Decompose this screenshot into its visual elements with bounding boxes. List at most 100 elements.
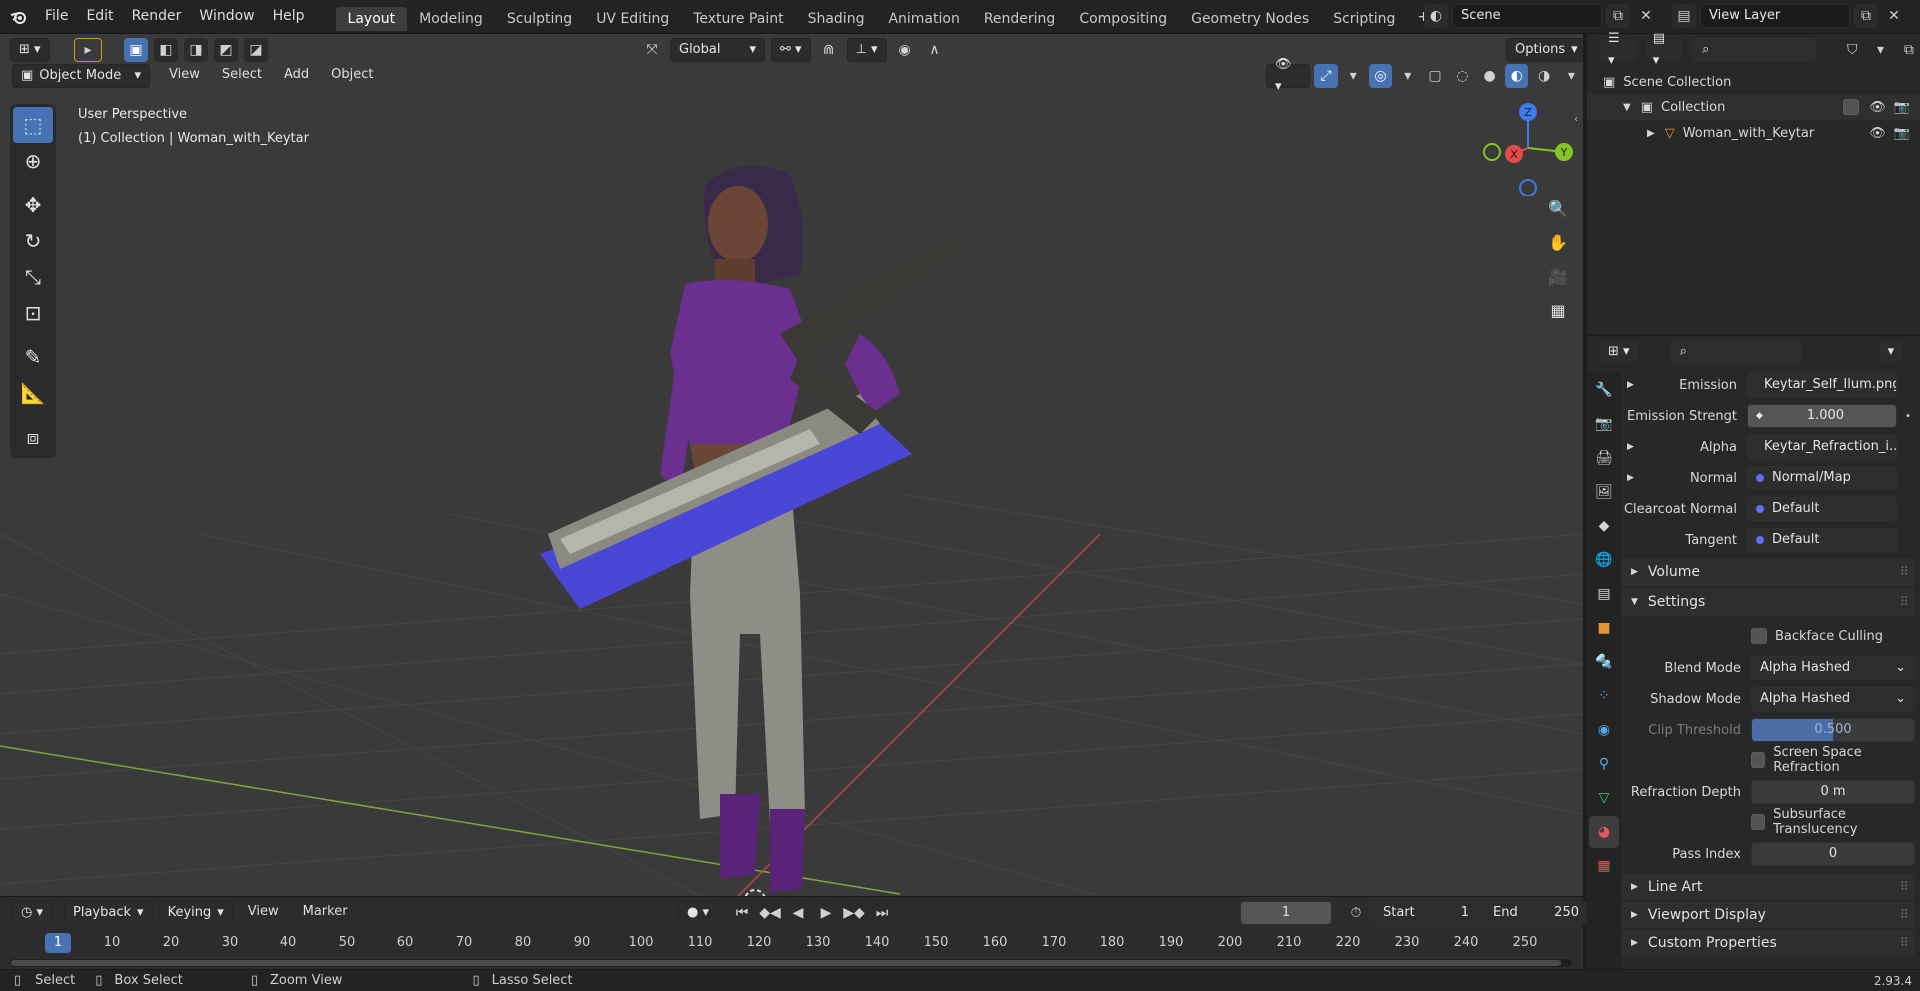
menu-object[interactable]: Object: [322, 64, 382, 88]
new-view-layer-icon[interactable]: ⧉: [1854, 4, 1878, 28]
tab-scripting[interactable]: Scripting: [1321, 7, 1407, 31]
constraints-tab-icon[interactable]: ⚲: [1589, 748, 1619, 780]
camera-view-icon[interactable]: 🎥: [1544, 262, 1572, 290]
falloff-icon[interactable]: ∧: [923, 38, 947, 62]
particles-tab-icon[interactable]: ⁘: [1589, 680, 1619, 712]
view-layer-tab-icon[interactable]: 🖼: [1589, 476, 1619, 508]
clip-threshold-slider[interactable]: 0.500: [1751, 718, 1915, 742]
material-shading-icon[interactable]: ◐: [1505, 64, 1529, 88]
collection-tab-icon[interactable]: ▤: [1589, 578, 1619, 610]
tab-texture-paint[interactable]: Texture Paint: [681, 7, 795, 31]
select-new-icon[interactable]: ▣: [124, 38, 148, 62]
collection-exclude-checkbox[interactable]: [1843, 99, 1860, 115]
visibility-dropdown[interactable]: 👁 ▾: [1266, 57, 1311, 94]
delete-scene-icon[interactable]: ✕: [1634, 4, 1658, 28]
transform-orientation-icon[interactable]: ⤧: [640, 38, 664, 62]
navigation-gizmo[interactable]: Z Y X: [1480, 100, 1576, 196]
current-frame-indicator[interactable]: 1: [45, 933, 71, 953]
sidebar-toggle-icon[interactable]: ‹: [1574, 114, 1578, 125]
screen-space-refraction-checkbox[interactable]: [1751, 752, 1766, 768]
menu-file[interactable]: File: [36, 0, 77, 34]
subsurface-translucency-row[interactable]: Subsurface Translucency: [1751, 807, 1913, 837]
properties-editor-type-dropdown[interactable]: ⊞ ▾: [1599, 340, 1639, 364]
outliner-editor-type-dropdown[interactable]: ☰ ▾: [1599, 31, 1638, 68]
tab-geometry-nodes[interactable]: Geometry Nodes: [1179, 7, 1321, 31]
input-value-field[interactable]: Default: [1747, 528, 1897, 552]
outliner-search-input[interactable]: ⌕: [1693, 38, 1816, 62]
drag-handle-icon[interactable]: ⠿: [1899, 880, 1909, 895]
tab-shading[interactable]: Shading: [796, 7, 877, 31]
drag-handle-icon[interactable]: ⠿: [1899, 908, 1909, 923]
render-tab-icon[interactable]: 📷: [1589, 408, 1619, 440]
menu-add[interactable]: Add: [275, 64, 318, 88]
menu-render[interactable]: Render: [123, 0, 191, 34]
object-tab-icon[interactable]: ■: [1589, 612, 1619, 644]
settings-panel-header[interactable]: ▼ Settings ⠿: [1621, 588, 1915, 616]
select-invert-icon[interactable]: ◩: [214, 38, 238, 62]
new-scene-icon[interactable]: ⧉: [1606, 4, 1630, 28]
select-tool-icon[interactable]: ▸: [74, 38, 102, 62]
view-layer-field[interactable]: View Layer: [1700, 4, 1850, 28]
proportional-edit-icon[interactable]: ◉: [893, 38, 917, 62]
line-art-panel-header[interactable]: ▶ Line Art ⠿: [1621, 874, 1915, 900]
input-value-field[interactable]: Keytar_Self_Ilum.png: [1747, 373, 1897, 397]
measure-tool-icon[interactable]: 📐: [13, 375, 53, 411]
pass-index-field[interactable]: 0: [1751, 842, 1915, 866]
display-mode-dropdown[interactable]: ▤ ▾: [1643, 31, 1684, 68]
viewport-display-panel-header[interactable]: ▶ Viewport Display ⠿: [1621, 902, 1915, 928]
cursor-tool-icon[interactable]: ⊕: [13, 143, 53, 179]
tab-uv-editing[interactable]: UV Editing: [584, 7, 681, 31]
3d-viewport[interactable]: ⊞ ▾ ▸ ▣ ◧ ◨ ◩ ◪ ⤧ Global ▾ ⚯ ▾ ⋒ ⊥ ▾ ◉ ∧ …: [0, 34, 1583, 896]
texture-tab-icon[interactable]: ▦: [1589, 850, 1619, 882]
input-value-field[interactable]: Normal/Map: [1747, 466, 1897, 490]
collection-render-camera-icon[interactable]: 📷: [1894, 100, 1910, 115]
subsurface-translucency-checkbox[interactable]: [1751, 814, 1766, 830]
gizmo-dropdown-icon[interactable]: ▾: [1342, 64, 1365, 88]
snap-target-dropdown[interactable]: ⊥ ▾: [846, 38, 887, 62]
collection-visibility-eye-icon[interactable]: 👁: [1869, 100, 1886, 115]
scale-tool-icon[interactable]: ⤡: [13, 259, 53, 295]
transform-tool-icon[interactable]: ⊡: [13, 295, 53, 331]
expand-arrow-icon[interactable]: ▶: [1627, 380, 1645, 390]
rendered-shading-icon[interactable]: ◑: [1532, 64, 1555, 88]
object-visibility-eye-icon[interactable]: 👁: [1869, 126, 1886, 141]
menu-window[interactable]: Window: [190, 0, 263, 34]
output-tab-icon[interactable]: 🖨: [1589, 442, 1619, 474]
overlay-toggle-icon[interactable]: ◎: [1368, 64, 1393, 88]
emission-strength-field[interactable]: ◆ 1.000: [1747, 404, 1897, 428]
shading-dropdown-icon[interactable]: ▾: [1560, 64, 1583, 88]
tab-rendering[interactable]: Rendering: [972, 7, 1068, 31]
properties-search-input[interactable]: ⌕: [1670, 340, 1801, 364]
pivot-point-dropdown[interactable]: ⚯ ▾: [771, 38, 811, 62]
expand-arrow-icon[interactable]: ▶: [1647, 128, 1655, 139]
pan-hand-icon[interactable]: ✋: [1544, 228, 1572, 256]
gizmo-toggle-icon[interactable]: ⤢: [1314, 64, 1338, 88]
select-box-tool-icon[interactable]: ⬚: [13, 107, 53, 143]
screen-space-refraction-row[interactable]: Screen Space Refraction: [1751, 745, 1913, 775]
tab-sculpting[interactable]: Sculpting: [495, 7, 584, 31]
xray-toggle-icon[interactable]: ▢: [1423, 64, 1446, 88]
options-dropdown[interactable]: Options ▾: [1506, 38, 1583, 62]
shadow-mode-dropdown[interactable]: Alpha Hashed ⌄: [1751, 687, 1915, 711]
drag-handle-icon[interactable]: ⠿: [1899, 565, 1909, 580]
outliner-object-row[interactable]: ▶ ▽ Woman_with_Keytar 👁 📷: [1587, 120, 1920, 146]
backface-culling-checkbox[interactable]: [1751, 628, 1767, 644]
menu-select[interactable]: Select: [213, 64, 271, 88]
object-render-camera-icon[interactable]: 📷: [1894, 126, 1910, 141]
timeline-scrollbar[interactable]: [10, 959, 1572, 967]
select-subtract-icon[interactable]: ◨: [184, 38, 208, 62]
custom-properties-panel-header[interactable]: ▶ Custom Properties ⠿: [1621, 930, 1915, 956]
backface-culling-row[interactable]: Backface Culling: [1751, 624, 1883, 648]
add-cube-tool-icon[interactable]: ⧈: [13, 419, 53, 455]
filter-icon[interactable]: ⛉: [1841, 38, 1863, 62]
world-tab-icon[interactable]: 🌐: [1589, 544, 1619, 576]
material-tab-icon[interactable]: ◕: [1589, 816, 1619, 848]
tab-layout[interactable]: Layout: [335, 7, 408, 31]
volume-panel-header[interactable]: ▶ Volume ⠿: [1621, 558, 1915, 586]
collapse-arrow-icon[interactable]: ▼: [1623, 102, 1631, 113]
tab-animation[interactable]: Animation: [876, 7, 971, 31]
delete-view-layer-icon[interactable]: ✕: [1882, 4, 1906, 28]
move-tool-icon[interactable]: ✥: [13, 187, 53, 223]
mode-dropdown[interactable]: ▣ Object Mode ▾: [12, 64, 150, 88]
tool-tab-icon[interactable]: 🔧: [1589, 374, 1619, 406]
